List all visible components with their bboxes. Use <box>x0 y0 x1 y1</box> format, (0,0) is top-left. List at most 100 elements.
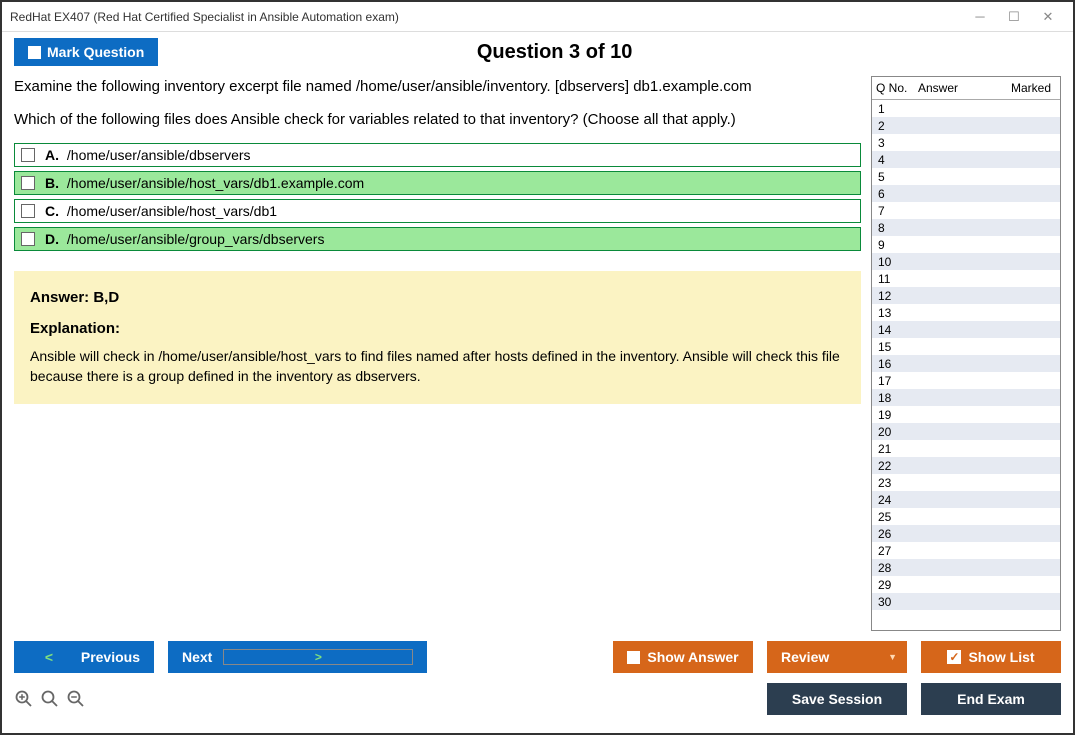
review-button[interactable]: Review ▼ <box>767 641 907 673</box>
list-row[interactable]: 17 <box>872 372 1060 389</box>
list-row[interactable]: 28 <box>872 559 1060 576</box>
row-number: 25 <box>872 510 914 524</box>
list-row[interactable]: 15 <box>872 338 1060 355</box>
question-counter: Question 3 of 10 <box>158 41 1061 64</box>
close-button[interactable]: ✕ <box>1031 6 1065 28</box>
row-number: 15 <box>872 340 914 354</box>
list-row[interactable]: 6 <box>872 185 1060 202</box>
row-number: 12 <box>872 289 914 303</box>
row-number: 11 <box>872 272 914 286</box>
option-A[interactable]: A. /home/user/ansible/dbservers <box>14 143 861 167</box>
checkbox-icon <box>627 651 640 664</box>
save-session-label: Save Session <box>792 691 882 707</box>
list-row[interactable]: 10 <box>872 253 1060 270</box>
list-row[interactable]: 11 <box>872 270 1060 287</box>
list-body[interactable]: 1234567891011121314151617181920212223242… <box>872 100 1060 630</box>
checkbox-icon <box>28 46 41 59</box>
row-number: 5 <box>872 170 914 184</box>
option-C[interactable]: C. /home/user/ansible/host_vars/db1 <box>14 199 861 223</box>
row-number: 10 <box>872 255 914 269</box>
list-row[interactable]: 2 <box>872 117 1060 134</box>
question-list-panel: Q No. Answer Marked 12345678910111213141… <box>871 76 1061 631</box>
list-row[interactable]: 12 <box>872 287 1060 304</box>
mark-question-button[interactable]: Mark Question <box>14 38 158 66</box>
explanation-text: Ansible will check in /home/user/ansible… <box>30 347 845 386</box>
checkbox-icon <box>21 148 35 162</box>
row-number: 19 <box>872 408 914 422</box>
row-number: 3 <box>872 136 914 150</box>
show-answer-button[interactable]: Show Answer <box>613 641 753 673</box>
zoom-controls <box>14 683 86 715</box>
app-window: RedHat EX407 (Red Hat Certified Speciali… <box>0 0 1075 735</box>
list-row[interactable]: 23 <box>872 474 1060 491</box>
row-number: 26 <box>872 527 914 541</box>
show-answer-label: Show Answer <box>647 649 738 665</box>
row-number: 22 <box>872 459 914 473</box>
end-exam-button[interactable]: End Exam <box>921 683 1061 715</box>
list-row[interactable]: 13 <box>872 304 1060 321</box>
question-panel: Examine the following inventory excerpt … <box>14 76 861 631</box>
review-label: Review <box>781 649 829 665</box>
row-number: 21 <box>872 442 914 456</box>
list-row[interactable]: 20 <box>872 423 1060 440</box>
list-row[interactable]: 5 <box>872 168 1060 185</box>
row-number: 4 <box>872 153 914 167</box>
button-row-2: Save Session End Exam <box>14 683 1061 715</box>
minimize-button[interactable]: ─ <box>963 6 997 28</box>
checkbox-icon <box>21 176 35 190</box>
list-row[interactable]: 18 <box>872 389 1060 406</box>
zoom-out-icon[interactable] <box>66 683 86 715</box>
list-row[interactable]: 3 <box>872 134 1060 151</box>
mark-label: Mark Question <box>47 44 144 60</box>
row-number: 30 <box>872 595 914 609</box>
footer: < Previous Next > Show Answer Review ▼ <box>14 641 1061 725</box>
option-label: D. /home/user/ansible/group_vars/dbserve… <box>45 231 324 247</box>
row-number: 14 <box>872 323 914 337</box>
list-header: Q No. Answer Marked <box>872 77 1060 100</box>
previous-button[interactable]: < Previous <box>14 641 154 673</box>
maximize-button[interactable]: ☐ <box>997 6 1031 28</box>
option-B[interactable]: B. /home/user/ansible/host_vars/db1.exam… <box>14 171 861 195</box>
list-row[interactable]: 24 <box>872 491 1060 508</box>
list-row[interactable]: 21 <box>872 440 1060 457</box>
list-row[interactable]: 25 <box>872 508 1060 525</box>
question-text: Examine the following inventory excerpt … <box>14 76 861 131</box>
zoom-reset-icon[interactable] <box>14 683 34 715</box>
row-number: 23 <box>872 476 914 490</box>
save-session-button[interactable]: Save Session <box>767 683 907 715</box>
row-number: 17 <box>872 374 914 388</box>
list-row[interactable]: 29 <box>872 576 1060 593</box>
list-row[interactable]: 16 <box>872 355 1060 372</box>
row-number: 9 <box>872 238 914 252</box>
option-label: A. /home/user/ansible/dbservers <box>45 147 251 163</box>
show-list-button[interactable]: ✓ Show List <box>921 641 1061 673</box>
previous-label: Previous <box>81 649 140 665</box>
row-number: 6 <box>872 187 914 201</box>
row-number: 7 <box>872 204 914 218</box>
list-row[interactable]: 26 <box>872 525 1060 542</box>
header-row: Mark Question Question 3 of 10 <box>14 38 1061 66</box>
list-row[interactable]: 7 <box>872 202 1060 219</box>
checkbox-icon <box>21 232 35 246</box>
list-row[interactable]: 19 <box>872 406 1060 423</box>
option-label: C. /home/user/ansible/host_vars/db1 <box>45 203 277 219</box>
end-exam-label: End Exam <box>957 691 1025 707</box>
row-number: 18 <box>872 391 914 405</box>
option-D[interactable]: D. /home/user/ansible/group_vars/dbserve… <box>14 227 861 251</box>
answer-box: Answer: B,D Explanation: Ansible will ch… <box>14 271 861 404</box>
check-icon: ✓ <box>947 650 961 664</box>
question-line1: Examine the following inventory excerpt … <box>14 76 861 99</box>
zoom-in-icon[interactable] <box>40 683 60 715</box>
list-row[interactable]: 9 <box>872 236 1060 253</box>
header-qno: Q No. <box>872 77 914 99</box>
list-row[interactable]: 1 <box>872 100 1060 117</box>
show-list-label: Show List <box>968 649 1034 665</box>
list-row[interactable]: 22 <box>872 457 1060 474</box>
next-button[interactable]: Next > <box>168 641 427 673</box>
list-row[interactable]: 14 <box>872 321 1060 338</box>
list-row[interactable]: 30 <box>872 593 1060 610</box>
list-row[interactable]: 4 <box>872 151 1060 168</box>
list-row[interactable]: 27 <box>872 542 1060 559</box>
list-row[interactable]: 8 <box>872 219 1060 236</box>
options-list: A. /home/user/ansible/dbservers B. /home/… <box>14 143 861 251</box>
